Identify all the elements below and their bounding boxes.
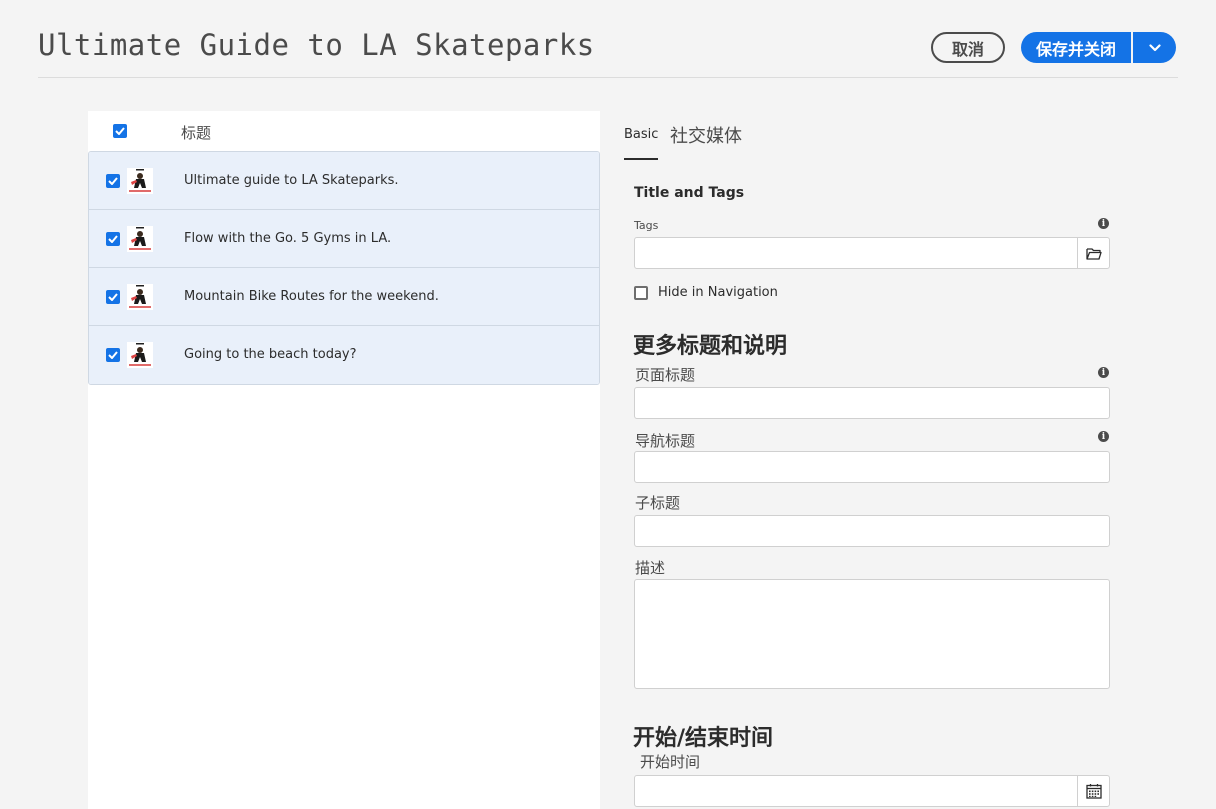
cancel-button[interactable]: 取消: [931, 32, 1005, 63]
properties-tabs: Basic 社交媒体: [624, 120, 1124, 160]
save-options-button[interactable]: [1133, 32, 1176, 63]
page-title-input[interactable]: [634, 387, 1110, 419]
checkmark-icon: [115, 127, 125, 135]
nav-title-label: 导航标题: [635, 432, 696, 450]
on-time-input[interactable]: [634, 775, 1110, 807]
checkmark-icon: [108, 177, 118, 185]
nav-title-input[interactable]: [634, 451, 1110, 483]
tags-input[interactable]: [634, 237, 1110, 269]
folder-icon: [1085, 247, 1102, 260]
tags-label: Tags: [634, 219, 659, 232]
calendar-icon: [1085, 784, 1102, 799]
save-and-close-button[interactable]: 保存并关闭: [1021, 32, 1131, 63]
on-time-picker-button[interactable]: [1077, 776, 1109, 806]
subtitle-input[interactable]: [634, 515, 1110, 547]
select-all-checkbox[interactable]: [113, 124, 127, 138]
page-title-label: 页面标题: [635, 366, 696, 384]
info-icon[interactable]: i: [1098, 431, 1109, 442]
chevron-down-icon: [1148, 43, 1161, 51]
info-icon[interactable]: i: [1098, 218, 1109, 229]
list-item[interactable]: Going to the beach today?: [89, 326, 599, 384]
description-textarea[interactable]: [634, 579, 1110, 689]
checkmark-icon: [108, 235, 118, 243]
section-title-and-tags: Title and Tags: [634, 185, 745, 201]
page-list-panel: 标题 Ultimate guide to LA Skateparks. Flow…: [88, 111, 600, 809]
list-item[interactable]: Ultimate guide to LA Skateparks.: [89, 152, 599, 210]
subtitle-label: 子标题: [635, 494, 681, 512]
row-title: Mountain Bike Routes for the weekend.: [184, 289, 439, 304]
row-checkbox[interactable]: [106, 232, 120, 246]
page-thumbnail: [127, 342, 153, 368]
row-checkbox[interactable]: [106, 348, 120, 362]
section-more-titles: 更多标题和说明: [633, 334, 788, 359]
page-thumbnail: [127, 226, 153, 252]
list-item[interactable]: Flow with the Go. 5 Gyms in LA.: [89, 210, 599, 268]
description-label: 描述: [635, 559, 666, 577]
checkmark-icon: [108, 293, 118, 301]
info-icon[interactable]: i: [1098, 367, 1109, 378]
checkmark-icon: [108, 351, 118, 359]
browse-tags-button[interactable]: [1077, 238, 1109, 268]
row-title: Flow with the Go. 5 Gyms in LA.: [184, 231, 392, 246]
page-list: Ultimate guide to LA Skateparks. Flow wi…: [88, 151, 600, 385]
tab-social-media[interactable]: 社交媒体: [670, 122, 742, 148]
page-title: Ultimate Guide to LA Skateparks: [38, 28, 595, 62]
list-header: 标题: [88, 111, 600, 151]
row-title: Ultimate guide to LA Skateparks.: [184, 173, 399, 188]
row-checkbox[interactable]: [106, 174, 120, 188]
section-on-off-time: 开始/结束时间: [633, 726, 774, 751]
page-header: Ultimate Guide to LA Skateparks 取消 保存并关闭: [38, 0, 1178, 78]
hide-in-navigation-checkbox[interactable]: [634, 286, 648, 300]
page-thumbnail: [127, 284, 153, 310]
column-header-title: 标题: [181, 124, 212, 142]
row-checkbox[interactable]: [106, 290, 120, 304]
page-thumbnail: [127, 168, 153, 194]
hide-in-navigation-label: Hide in Navigation: [658, 285, 778, 300]
tab-basic[interactable]: Basic: [624, 127, 659, 160]
row-title: Going to the beach today?: [184, 347, 357, 362]
on-time-label: 开始时间: [640, 753, 701, 771]
list-item[interactable]: Mountain Bike Routes for the weekend.: [89, 268, 599, 326]
